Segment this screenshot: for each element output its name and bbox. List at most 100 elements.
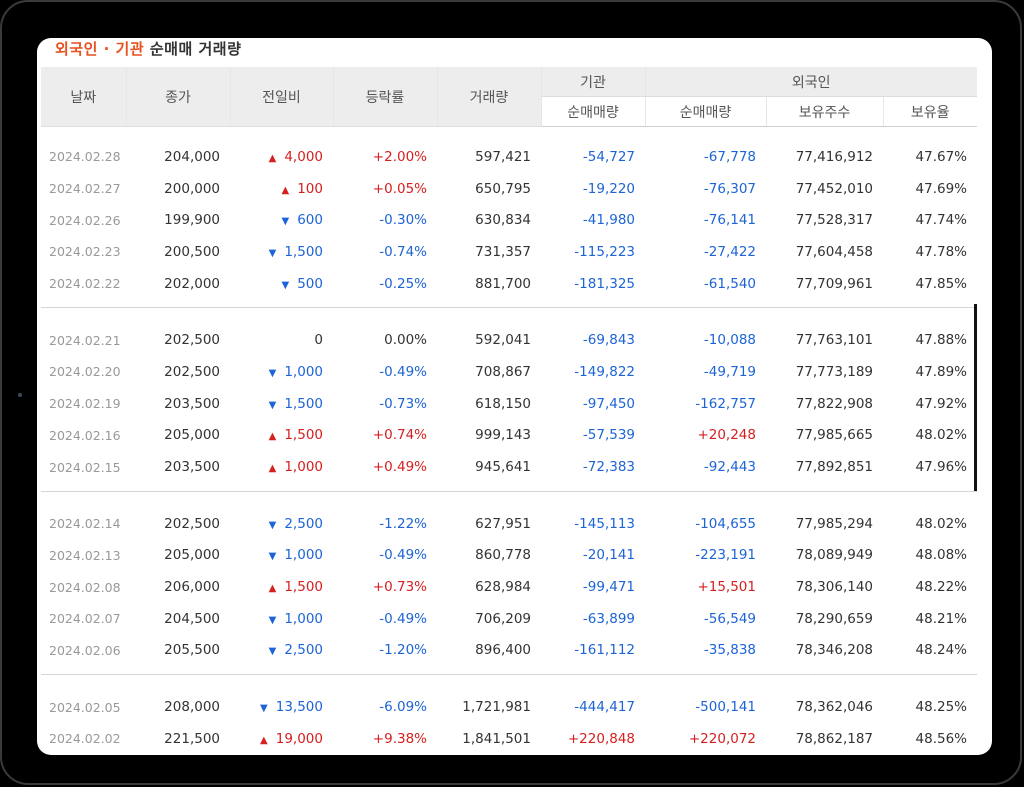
- table-row: 2024.02.21 202,500 0 0.00% 592,041 -69,843 -10…: [41, 324, 977, 356]
- inst-net-cell: -41,980: [582, 212, 635, 229]
- volume-cell: 999,143: [475, 427, 531, 444]
- date-cell: 2024.02.15: [49, 459, 121, 475]
- close-cell: 203,500: [164, 459, 220, 476]
- table-body: 2024.02.28 204,000 ▲ 4,000 +2.00% 597,421 -54,…: [41, 127, 977, 755]
- date-cell: 2024.02.05: [49, 699, 121, 715]
- rate-cell: 0.00%: [384, 332, 427, 349]
- volume-cell: 860,778: [475, 547, 531, 564]
- change-value: 500: [297, 275, 323, 292]
- close-cell: 205,000: [164, 427, 220, 444]
- foreign-net-cell: -92,443: [703, 459, 756, 476]
- foreign-net-cell: -162,757: [695, 395, 756, 412]
- up-triangle-icon: ▲: [268, 431, 277, 443]
- date-cell: 2024.02.19: [49, 396, 121, 412]
- change-cell: ▼ 1,500: [230, 236, 333, 268]
- date-cell: 2024.02.02: [49, 731, 121, 747]
- change-cell: ▼ 1,000: [230, 356, 333, 388]
- close-cell: 202,500: [164, 515, 220, 532]
- inst-net-cell: -19,220: [582, 180, 635, 197]
- down-triangle-icon: ▼: [268, 614, 277, 626]
- volume-cell: 592,041: [475, 332, 531, 349]
- change-value: 2,500: [284, 515, 323, 532]
- change-cell: ▲ 4,000: [230, 141, 333, 173]
- change-value: 1,500: [284, 427, 323, 444]
- change-value: 1,000: [284, 547, 323, 564]
- close-cell: 200,500: [164, 243, 220, 260]
- camera-dot: [18, 393, 22, 397]
- col-date: 날짜: [41, 67, 127, 127]
- volume-cell: 650,795: [475, 180, 531, 197]
- col-volume: 거래량: [437, 67, 542, 127]
- foreign-net-cell: -56,549: [703, 610, 756, 627]
- table-row: 2024.02.16 205,000 ▲ 1,500 +0.74% 999,143 -57,…: [41, 420, 977, 452]
- rate-cell: +0.49%: [372, 459, 427, 476]
- close-cell: 202,500: [164, 332, 220, 349]
- inst-net-cell: -72,383: [582, 459, 635, 476]
- change-cell: ▼ 1,000: [230, 540, 333, 572]
- down-triangle-icon: ▼: [268, 247, 277, 259]
- col-group-foreign: 외국인: [645, 67, 977, 97]
- date-cell: 2024.02.28: [49, 149, 121, 165]
- inst-net-cell: +220,848: [567, 730, 635, 747]
- change-cell: ▼ 13,500: [230, 691, 333, 723]
- table-row: 2024.02.23 200,500 ▼ 1,500 -0.74% 731,357 -115…: [41, 236, 977, 268]
- change-value: 1,000: [284, 610, 323, 627]
- change-value: 19,000: [275, 730, 323, 747]
- rate-cell: -6.09%: [379, 699, 427, 716]
- volume-cell: 896,400: [475, 642, 531, 659]
- volume-cell: 630,834: [475, 212, 531, 229]
- foreign-shares-cell: 78,862,187: [795, 730, 873, 747]
- date-cell: 2024.02.13: [49, 547, 121, 563]
- foreign-ratio-cell: 48.08%: [915, 547, 967, 564]
- foreign-net-cell: -67,778: [703, 148, 756, 165]
- foreign-shares-cell: 77,452,010: [795, 180, 873, 197]
- foreign-ratio-cell: 48.25%: [915, 699, 967, 716]
- close-cell: 202,500: [164, 363, 220, 380]
- change-value: 1,500: [284, 579, 323, 596]
- foreign-ratio-cell: 47.67%: [915, 148, 967, 165]
- down-triangle-icon: ▼: [268, 367, 277, 379]
- inst-net-cell: -145,113: [574, 515, 635, 532]
- col-foreign-net: 순매매량: [645, 96, 767, 127]
- change-value: 100: [297, 180, 323, 197]
- col-close: 종가: [126, 67, 231, 127]
- date-cell: 2024.02.06: [49, 642, 121, 658]
- rate-cell: -0.30%: [379, 212, 427, 229]
- change-cell: 0: [230, 324, 333, 356]
- rate-cell: -1.20%: [379, 642, 427, 659]
- row-separator: [41, 491, 977, 508]
- foreign-shares-cell: 77,892,851: [795, 459, 873, 476]
- date-cell: 2024.02.07: [49, 611, 121, 627]
- close-cell: 206,000: [164, 579, 220, 596]
- row-separator: [41, 675, 977, 692]
- date-cell: 2024.02.16: [49, 427, 121, 443]
- change-value: 13,500: [275, 699, 323, 716]
- foreign-net-cell: -10,088: [703, 332, 756, 349]
- table-row: 2024.02.13 205,000 ▼ 1,000 -0.49% 860,778 -20,…: [41, 540, 977, 572]
- volume-cell: 1,721,981: [462, 699, 531, 716]
- change-value: 1,500: [284, 243, 323, 260]
- row-separator: [41, 299, 977, 309]
- up-triangle-icon: ▲: [268, 583, 277, 595]
- foreign-ratio-cell: 47.69%: [915, 180, 967, 197]
- change-value: 2,500: [284, 642, 323, 659]
- table-row: 2024.02.26 199,900 ▼ 600 -0.30% 630,834 -41,98…: [41, 204, 977, 236]
- inst-net-cell: -99,471: [582, 579, 635, 596]
- inst-net-cell: -161,112: [574, 642, 635, 659]
- volume-cell: 618,150: [475, 395, 531, 412]
- up-triangle-icon: ▲: [260, 734, 268, 746]
- foreign-net-cell: -27,422: [703, 243, 756, 260]
- close-cell: 205,500: [164, 642, 220, 659]
- date-cell: 2024.02.20: [49, 364, 121, 380]
- col-change: 전일비: [230, 67, 334, 127]
- foreign-ratio-cell: 47.92%: [915, 395, 967, 412]
- change-cell: ▲ 100: [230, 173, 333, 205]
- change-cell: ▼ 500: [230, 268, 333, 300]
- change-value: 4,000: [284, 148, 323, 165]
- rate-cell: -0.74%: [379, 243, 427, 260]
- inst-net-cell: -54,727: [582, 148, 635, 165]
- table-row: 2024.02.27 200,000 ▲ 100 +0.05% 650,795 -19,22…: [41, 173, 977, 205]
- screen: 외국인 · 기관 순매매 거래량 날짜 종가 전일비 등락률 거래량 기관 외국…: [37, 38, 992, 755]
- date-cell: 2024.02.22: [49, 276, 121, 292]
- foreign-ratio-cell: 47.96%: [915, 459, 967, 476]
